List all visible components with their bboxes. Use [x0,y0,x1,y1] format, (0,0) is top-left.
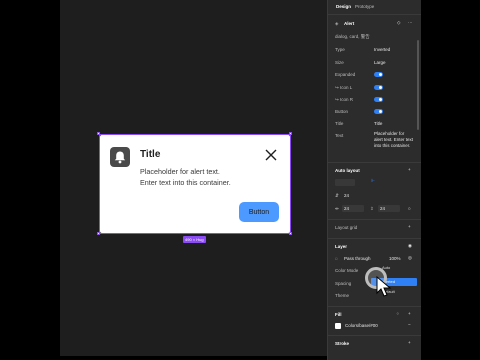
blend-mode-icon: ◌ [335,256,338,261]
resize-handle-top-left[interactable] [97,132,100,135]
align-icon[interactable]: ⊩ [371,178,375,184]
clip-content-icon[interactable]: ○ [408,206,411,211]
padding-vertical-icon: ⇳ [370,206,374,211]
prop-label-text: Text [335,133,344,138]
divider [328,14,421,15]
resize-handle-bottom-right[interactable] [289,232,292,235]
component-icon: ◈ [335,21,339,26]
spacing-value[interactable]: 24 [344,193,349,198]
component-description: dialog, card, 警告 [335,34,370,39]
blend-mode-value[interactable]: Pass through [344,256,371,261]
alert-card[interactable]: Title Placeholder for alert text. Enter … [100,135,290,233]
component-target-icon[interactable]: ◇ [397,20,400,26]
spacing-icon: ⇵ [335,193,339,198]
styles-grid-icon[interactable]: ⁘ [396,311,400,317]
prop-label-icon-l: ↪ Icon L [335,85,353,90]
divider [328,238,421,239]
prop-label-type: Type [335,47,345,52]
add-icon[interactable]: + [408,224,411,229]
fill-heading: Fill [335,312,342,317]
theme-label: Theme [335,293,350,298]
prop-value-text[interactable]: Placeholder for alert text. Enter text i… [374,131,414,149]
panel-scrollbar[interactable] [417,40,419,130]
resize-handle-top-right[interactable] [289,132,292,135]
more-options-icon[interactable]: ⋯ [408,20,413,26]
padding-vertical-field[interactable]: 24 [378,205,400,212]
alert-text-line-2: Enter text into this container. [140,178,231,187]
cursor-icon [376,276,392,297]
alert-text-line-1: Placeholder for alert text. [140,167,220,176]
layout-grid-heading: Layout grid [335,225,358,230]
toggle-expanded[interactable] [374,72,383,77]
alert-title: Title [140,149,161,160]
padding-vertical-value: 24 [380,206,386,211]
bell-icon [110,147,130,167]
layout-direction-control[interactable] [335,179,355,186]
divider [328,219,421,220]
padding-horizontal-field[interactable]: 24 [342,205,364,212]
prop-label-expanded: Expanded [335,72,356,77]
fill-style-name[interactable]: Colors/base/#00 [345,323,378,328]
add-icon[interactable]: + [408,340,411,345]
padding-horizontal-icon: ⇹ [335,206,339,211]
canvas-bottom-bar [60,356,327,360]
resize-handle-bottom-left[interactable] [97,232,100,235]
fill-swatch[interactable] [335,323,341,329]
prop-value-type[interactable]: Inverted [374,47,390,52]
spacing-label: Spacing [335,281,352,286]
close-icon[interactable] [265,148,277,161]
toggle-icon-r[interactable] [374,97,383,102]
design-panel: Design Prototype ◈ Alert ◇ ⋯ dialog, car… [327,0,421,360]
add-icon[interactable]: + [408,167,411,172]
layer-heading: Layer [335,244,348,249]
alert-text: Placeholder for alert text. Enter text i… [140,166,270,188]
letterbox-right [421,0,480,360]
prop-label-size: Size [335,60,344,65]
prop-label-button: Button [335,109,349,114]
component-name: Alert [344,21,355,26]
remove-icon[interactable]: − [408,322,411,327]
tab-design[interactable]: Design [336,4,351,9]
padding-horizontal-value: 24 [344,206,350,211]
stroke-heading: Stroke [335,341,350,346]
opacity-value[interactable]: 100% [389,256,401,261]
color-mode-label: Color Mode [335,268,359,273]
divider [328,306,421,307]
letterbox-left [0,0,60,360]
prop-value-size[interactable]: Large [374,60,386,65]
alert-button[interactable]: Button [239,202,279,222]
auto-layout-heading: Auto layout [335,168,360,173]
divider [328,335,421,336]
toggle-button[interactable] [374,109,383,114]
tab-prototype[interactable]: Prototype [355,4,374,9]
layer-visibility-icon[interactable]: ◉ [408,243,412,249]
prop-value-title[interactable]: Title [374,121,382,126]
eye-icon[interactable]: ◎ [408,255,412,261]
prop-label-icon-r: ↪ Icon R [335,97,354,102]
toggle-icon-l[interactable] [374,85,383,90]
prop-label-title: Title [335,121,344,126]
divider [328,162,421,163]
size-badge: 490 × Hug [183,236,206,243]
add-icon[interactable]: + [408,311,411,316]
